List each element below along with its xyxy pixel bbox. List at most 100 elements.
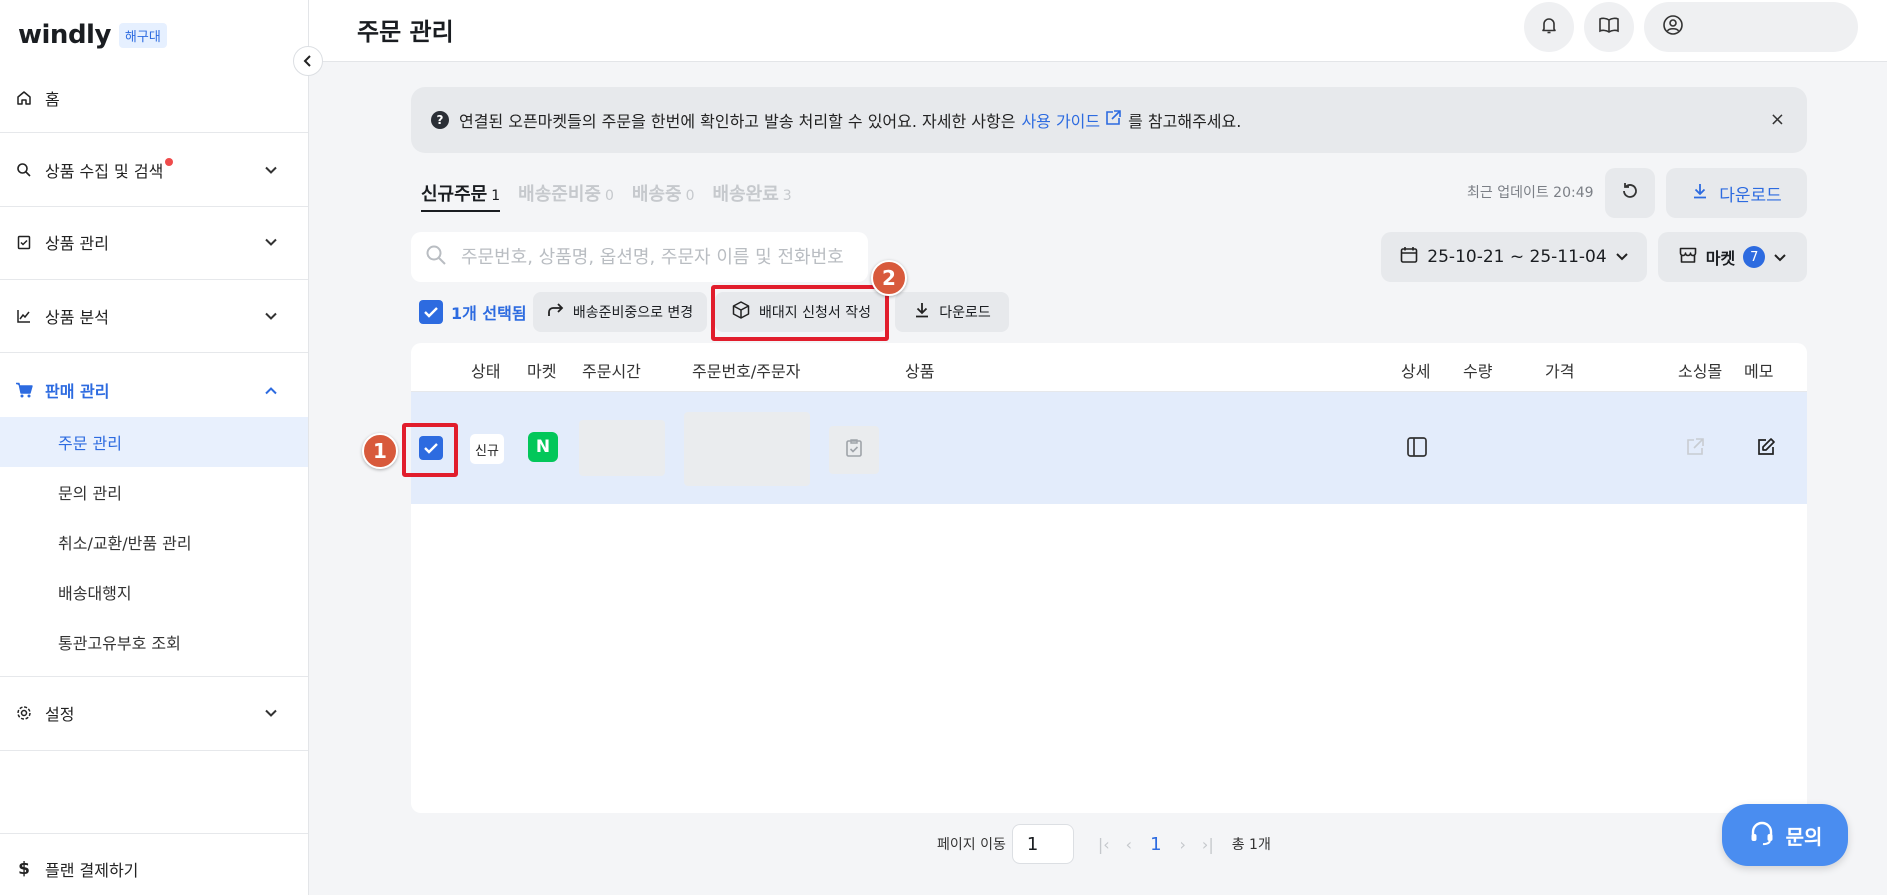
workspace-badge: 해구대 — [118, 22, 167, 48]
sidebar-subitem-cancel-return[interactable]: 취소/교환/반품 관리 — [0, 517, 308, 567]
notification-button[interactable] — [1524, 2, 1574, 52]
divider — [0, 279, 308, 280]
sidebar-item-settings[interactable]: 설정 — [0, 693, 308, 733]
sidebar-item-billing[interactable]: $ 플랜 결제하기 — [0, 849, 308, 889]
column-header: 주문시간 — [582, 362, 641, 381]
chart-line-icon — [15, 307, 33, 325]
date-range-value: 25-10-21 ~ 25-11-04 — [1427, 247, 1607, 267]
page-move-label: 페이지 이동 — [937, 837, 1006, 853]
date-range-picker[interactable]: 25-10-21 ~ 25-11-04 — [1381, 232, 1647, 282]
sidebar-item-home[interactable]: 홈 — [0, 78, 308, 118]
download-icon — [913, 301, 931, 323]
download-button[interactable]: 다운로드 — [1666, 168, 1807, 218]
download-icon — [1691, 182, 1709, 205]
column-header: 상세 — [1401, 362, 1431, 381]
chevron-down-icon — [264, 704, 278, 723]
first-page-icon[interactable]: |‹ — [1098, 835, 1110, 854]
user-circle-icon — [1662, 14, 1684, 40]
chevron-left-icon — [303, 52, 313, 71]
divider — [0, 676, 308, 677]
sidebar-subitem-inquiry-manage[interactable]: 문의 관리 — [0, 467, 308, 517]
sourcing-mall-link-button[interactable] — [1682, 436, 1708, 462]
external-link-icon — [1104, 109, 1122, 131]
inquiry-chat-button[interactable]: 문의 — [1722, 804, 1848, 866]
search-field[interactable] — [411, 232, 868, 282]
step-marker-1: 1 — [362, 433, 398, 469]
edit-icon — [1756, 437, 1776, 461]
detail-panel-button[interactable] — [1404, 436, 1430, 462]
chevron-up-icon — [264, 381, 278, 400]
chevron-down-icon — [264, 233, 278, 252]
divider — [0, 206, 308, 207]
tab-label: 배송중 — [631, 184, 682, 205]
sidebar-subitem-customs-code[interactable]: 통관고유부호 조회 — [0, 617, 308, 667]
last-page-icon[interactable]: ›| — [1202, 835, 1214, 854]
market-label: 마켓 — [1705, 249, 1736, 268]
profile-button[interactable] — [1644, 2, 1858, 52]
download-selected-label: 다운로드 — [939, 305, 991, 321]
column-header: 메모 — [1744, 362, 1774, 381]
market-filter-button[interactable]: 마켓 7 — [1658, 232, 1807, 282]
store-icon — [1678, 245, 1698, 269]
tab-label: 배송완료 — [712, 184, 779, 205]
search-icon — [15, 161, 33, 179]
refresh-button[interactable] — [1605, 168, 1655, 218]
tab-delivered[interactable]: 배송완료 3 — [713, 180, 792, 206]
page-number-input[interactable]: 1 — [1011, 824, 1074, 864]
forward-arrow-icon — [547, 302, 565, 322]
notification-dot — [165, 158, 174, 166]
tab-count: 0 — [604, 188, 614, 204]
order-time-placeholder — [579, 420, 665, 476]
usage-guide-link-text: 사용 가이드 — [1021, 112, 1101, 131]
sidebar-item-sales-manage[interactable]: 판매 관리 — [0, 370, 308, 410]
select-all-checkbox[interactable] — [419, 300, 443, 324]
guide-button[interactable] — [1584, 2, 1634, 52]
close-banner-button[interactable]: × — [1770, 109, 1785, 130]
last-update-text: 최근 업데이트 20:49 — [1467, 185, 1594, 201]
sidebar-subitem-order-manage[interactable]: 주문 관리 — [0, 417, 308, 467]
pagination: 페이지 이동 1 |‹ ‹ 1 › ›| 총 1개 — [937, 824, 1271, 864]
step-marker-2: 2 — [871, 260, 907, 296]
change-status-label: 배송준비중으로 변경 — [572, 305, 694, 321]
table-row[interactable]: 신규 N — [411, 392, 1807, 504]
home-icon — [15, 89, 33, 107]
chevron-down-icon — [264, 161, 278, 180]
next-page-icon[interactable]: › — [1180, 835, 1186, 854]
windly-logo[interactable]: windly — [18, 20, 111, 50]
tab-new-order[interactable]: 신규주문 1 — [421, 180, 501, 212]
sidebar-item-product-manage[interactable]: 상품 관리 — [0, 222, 308, 262]
tab-shipping[interactable]: 배송중 0 — [632, 180, 695, 206]
refresh-icon — [1620, 181, 1640, 205]
tab-count: 1 — [491, 188, 501, 204]
top-header: 주문 관리 — [309, 0, 1887, 62]
current-page[interactable]: 1 — [1150, 834, 1161, 855]
sidebar-item-product-search[interactable]: 상품 수집 및 검색 — [0, 150, 308, 190]
download-selected-button[interactable]: 다운로드 — [895, 292, 1009, 332]
sidebar-item-label: 상품 분석 — [45, 308, 109, 327]
sidebar-subitem-forwarder[interactable]: 배송대행지 — [0, 567, 308, 617]
column-header: 마켓 — [527, 362, 557, 381]
column-header: 상품 — [905, 362, 935, 381]
search-input[interactable] — [461, 246, 861, 268]
highlight-row-checkbox — [402, 423, 458, 477]
column-header: 주문번호/주문자 — [692, 362, 801, 381]
chevron-down-icon — [1773, 248, 1787, 267]
sidebar-item-label: 상품 관리 — [45, 234, 109, 253]
tab-label: 배송준비중 — [518, 184, 601, 205]
prev-page-icon[interactable]: ‹ — [1126, 835, 1132, 854]
headset-icon — [1748, 819, 1776, 852]
tab-count: 0 — [685, 188, 695, 204]
sidebar: windly 해구대 홈 상품 수집 및 검색 상품 관리 상품 분석 판매 관… — [0, 0, 309, 895]
sidebar-item-product-analysis[interactable]: 상품 분석 — [0, 296, 308, 336]
sidebar-collapse-button[interactable] — [293, 46, 323, 76]
calendar-icon — [1399, 245, 1419, 270]
change-to-preparing-button[interactable]: 배송준비중으로 변경 — [533, 292, 707, 332]
banner-text: 연결된 오픈마켓들의 주문을 한번에 확인하고 발송 처리할 수 있어요. 자세… — [459, 112, 1016, 131]
clipboard-check-icon — [15, 233, 33, 251]
memo-edit-button[interactable] — [1753, 436, 1779, 462]
usage-guide-link[interactable]: 사용 가이드 — [1021, 108, 1122, 132]
sidebar-panel-icon — [1406, 436, 1428, 462]
tab-preparing[interactable]: 배송준비중 0 — [518, 180, 614, 206]
divider — [0, 750, 308, 751]
download-label: 다운로드 — [1719, 185, 1782, 206]
